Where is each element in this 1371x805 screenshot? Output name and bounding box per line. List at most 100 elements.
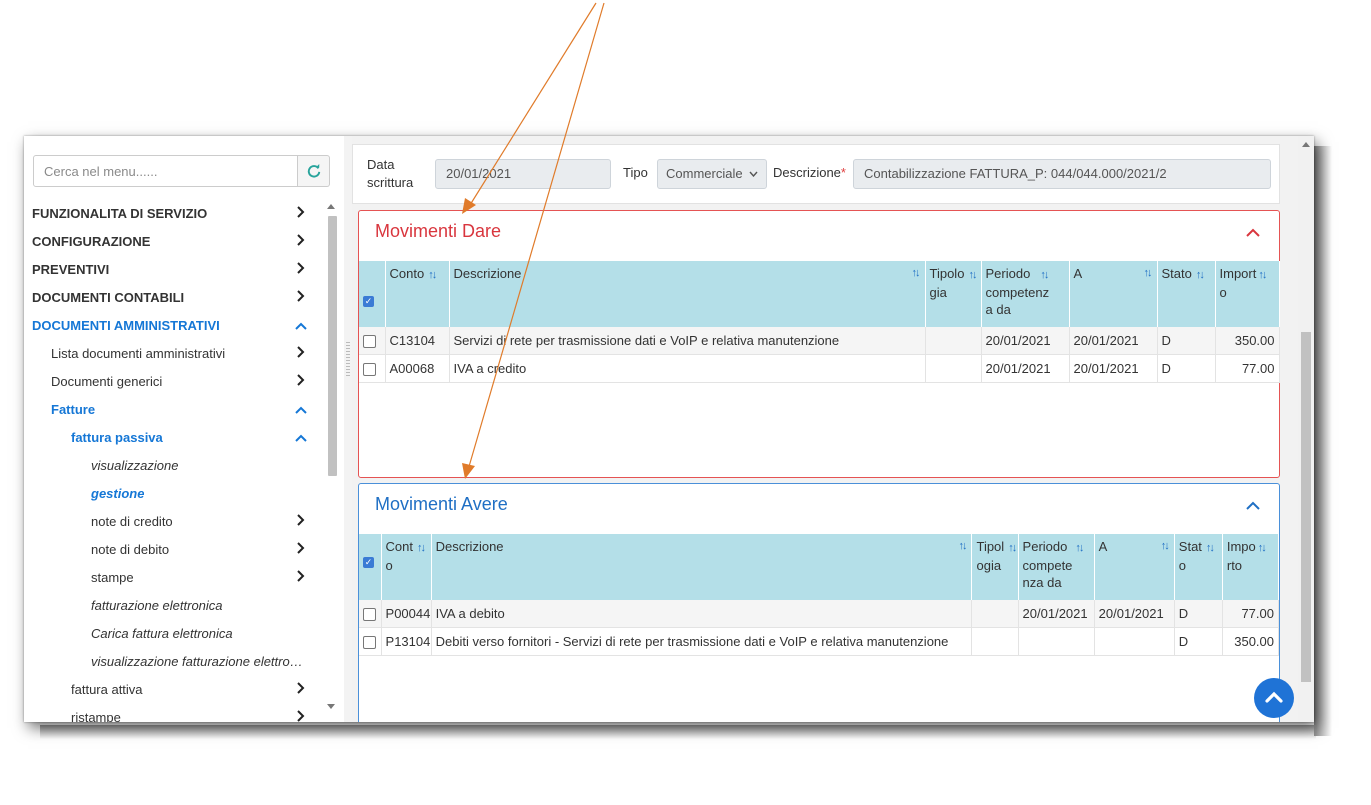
menu-search-input[interactable]: [33, 155, 298, 187]
conto-cell: A00068: [385, 354, 450, 383]
col-header-importo[interactable]: Impo ↑↓ rto: [1222, 534, 1280, 600]
menu-item-documenti-amministrativi[interactable]: DOCUMENTI AMMINISTRATIVI: [24, 312, 324, 340]
menu-item-label: fattura attiva: [71, 682, 143, 697]
splitter-grip-icon: [346, 342, 350, 378]
periodo-da-cell: 20/01/2021: [1018, 600, 1095, 628]
col-header-periodo-competenza-da[interactable]: Periodo↑↓competenza da: [981, 261, 1070, 327]
menu-item-fatture[interactable]: Fatture: [24, 396, 324, 424]
menu-item-lista-documenti-amministrativi[interactable]: Lista documenti amministrativi: [24, 340, 324, 368]
menu-item-fatturazione-elettronica[interactable]: fatturazione elettronica: [24, 592, 324, 620]
col-label-line2: o: [1178, 558, 1187, 573]
panel-splitter[interactable]: [344, 136, 352, 722]
scroll-down-arrow-icon[interactable]: [327, 704, 335, 709]
chevron-up-icon[interactable]: [1245, 498, 1261, 514]
main-scrollbar[interactable]: [1298, 136, 1314, 722]
col-header-conto[interactable]: Cont ↑↓ o: [381, 534, 432, 600]
tipologia-cell: [971, 627, 1019, 656]
menu-item-note-di-debito[interactable]: note di debito: [24, 536, 324, 564]
sidebar-scrollbar-thumb[interactable]: [328, 216, 337, 476]
menu-item-note-di-credito[interactable]: note di credito: [24, 508, 324, 536]
importo-cell: 77.00: [1222, 600, 1280, 628]
sidebar: FUNZIONALITA DI SERVIZIO CONFIGURAZIONE …: [24, 136, 345, 722]
data-scrittura-label: Data: [367, 157, 395, 172]
sort-icon: ↑↓: [1143, 267, 1153, 279]
periodo-a-cell: 20/01/2021: [1069, 354, 1158, 383]
col-label-line2: o: [385, 558, 393, 573]
col-label: Tipolo: [929, 266, 965, 281]
col-header-stato[interactable]: Stato ↑↓: [1157, 261, 1216, 327]
conto-cell: P13104: [381, 627, 432, 656]
refresh-icon: [307, 164, 320, 178]
periodo-da-cell: 20/01/2021: [981, 354, 1070, 383]
tipo-label: Tipo: [623, 165, 648, 180]
tipo-select[interactable]: Commerciale: [657, 159, 767, 189]
chevron-right-icon: [294, 704, 308, 722]
chevron-up-icon: [294, 396, 308, 424]
table-row[interactable]: P00044 IVA a debito 20/01/2021 20/01/202…: [359, 600, 1280, 628]
sidebar-scrollbar[interactable]: [324, 200, 340, 722]
sort-icon: ↑↓: [1205, 542, 1215, 554]
chevron-up-icon[interactable]: [1245, 225, 1261, 241]
col-header-descrizione[interactable]: Descrizione ↑↓: [449, 261, 926, 327]
tipo-select-value: Commerciale: [666, 166, 743, 181]
menu-item-funzionalita-di-servizio[interactable]: FUNZIONALITA DI SERVIZIO: [24, 200, 324, 228]
col-header-conto[interactable]: Conto ↑↓: [385, 261, 450, 327]
col-header-a[interactable]: A ↑↓: [1069, 261, 1158, 327]
menu-item-preventivi[interactable]: PREVENTIVI: [24, 256, 324, 284]
descrizione-cell: Debiti verso fornitori - Servizi di rete…: [431, 627, 973, 656]
table-row[interactable]: P13104 Debiti verso fornitori - Servizi …: [359, 627, 1280, 656]
col-label: Stat: [1178, 539, 1202, 554]
col-header-tipologia[interactable]: Tipol ↑↓ ogia: [971, 534, 1019, 600]
col-label-line2: o: [1219, 285, 1227, 300]
col-label-line2: gia: [929, 285, 947, 300]
menu-item-visualizzazione-fatturazione-elettronica[interactable]: visualizzazione fatturazione elettro…: [24, 648, 324, 676]
col-label-line2: compete: [1022, 558, 1073, 573]
menu-item-carica-fattura-elettronica[interactable]: Carica fattura elettronica: [24, 620, 324, 648]
row-checkbox[interactable]: [363, 636, 376, 650]
col-header-importo[interactable]: Import ↑↓ o: [1215, 261, 1280, 327]
menu-item-label: FUNZIONALITA DI SERVIZIO: [32, 206, 208, 221]
sort-icon: ↑↓: [1257, 542, 1267, 554]
refresh-button[interactable]: [298, 155, 330, 187]
col-header-periodo-competenza-da[interactable]: Periodo↑↓competenza da: [1018, 534, 1095, 600]
menu-search: [33, 155, 330, 189]
menu-item-stampe[interactable]: stampe: [24, 564, 324, 592]
sort-icon: ↑↓: [1160, 540, 1170, 552]
row-checkbox[interactable]: [363, 335, 376, 349]
row-checkbox[interactable]: [363, 363, 376, 377]
chevron-right-icon: [294, 676, 308, 704]
col-header-a[interactable]: A ↑↓: [1094, 534, 1175, 600]
menu-item-configurazione[interactable]: CONFIGURAZIONE: [24, 228, 324, 256]
menu-item-documenti-contabili[interactable]: DOCUMENTI CONTABILI: [24, 284, 324, 312]
select-all-checkbox[interactable]: ✓: [363, 296, 374, 307]
menu-item-label: note di credito: [91, 514, 173, 529]
col-label: Descrizione: [435, 539, 504, 554]
table-row[interactable]: A00068 IVA a credito 20/01/2021 20/01/20…: [359, 354, 1280, 383]
tipologia-cell: [925, 327, 982, 355]
main-scrollbar-thumb[interactable]: [1301, 332, 1311, 682]
periodo-da-cell: [1018, 627, 1095, 656]
menu-item-visualizzazione[interactable]: visualizzazione: [24, 452, 324, 480]
menu-item-fattura-passiva[interactable]: fattura passiva: [24, 424, 324, 452]
sort-icon: ↑↓: [911, 267, 921, 279]
scroll-up-arrow-icon[interactable]: [1302, 142, 1310, 147]
sort-icon: ↑↓: [417, 542, 426, 554]
menu-item-fattura-attiva[interactable]: fattura attiva: [24, 676, 324, 704]
menu-item-ristampe[interactable]: ristampe: [24, 704, 324, 722]
scroll-up-arrow-icon[interactable]: [327, 204, 335, 209]
periodo-a-cell: 20/01/2021: [1069, 327, 1158, 355]
descrizione-field[interactable]: Contabilizzazione FATTURA_P: 044/044.000…: [853, 159, 1271, 189]
registration-header: Data scrittura 20/01/2021 Tipo Commercia…: [352, 144, 1280, 204]
table-row[interactable]: C13104 Servizi di rete per trasmissione …: [359, 327, 1280, 355]
data-scrittura-field[interactable]: 20/01/2021: [435, 159, 611, 189]
row-checkbox[interactable]: [363, 608, 376, 622]
menu-item-documenti-generici[interactable]: Documenti generici: [24, 368, 324, 396]
col-header-tipologia[interactable]: Tipolo ↑↓ gia: [925, 261, 982, 327]
menu-item-gestione[interactable]: gestione: [24, 480, 324, 508]
menu-item-label: DOCUMENTI CONTABILI: [32, 290, 185, 305]
scroll-to-top-button[interactable]: [1254, 678, 1294, 718]
col-header-stato[interactable]: Stat ↑↓ o: [1174, 534, 1223, 600]
col-header-descrizione[interactable]: Descrizione ↑↓: [431, 534, 973, 600]
window-shadow-right: [1314, 146, 1332, 736]
select-all-checkbox[interactable]: ✓: [363, 557, 374, 568]
